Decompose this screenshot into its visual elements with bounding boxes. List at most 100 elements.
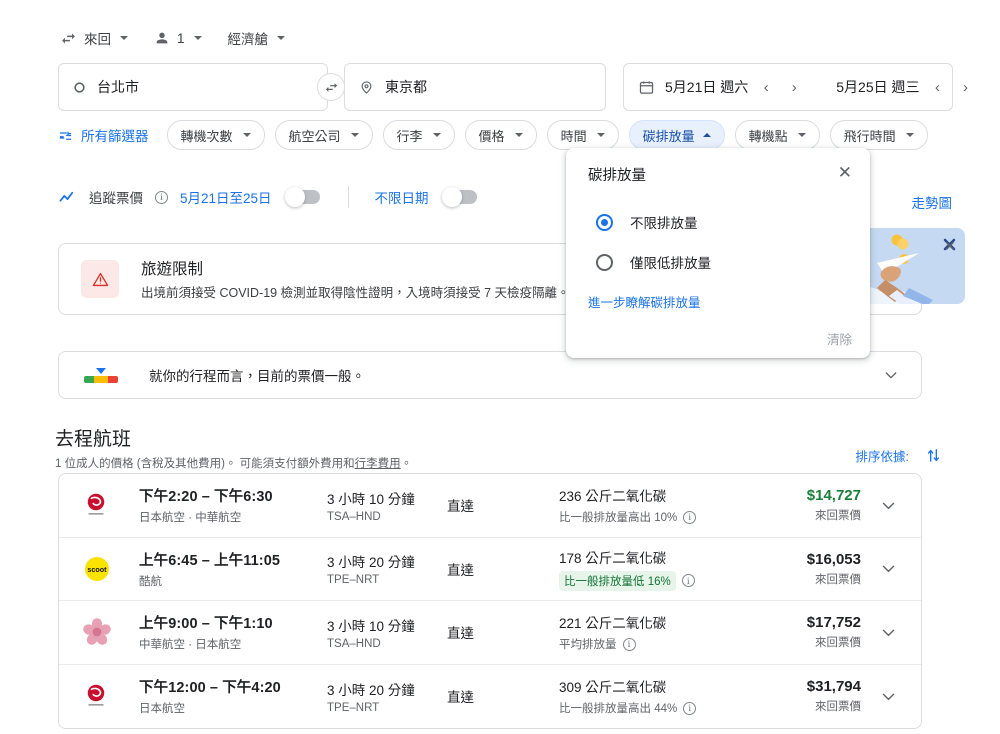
flight-time-cell: 上午9:00 – 下午1:10 中華航空 · 日本航空 bbox=[139, 612, 327, 652]
chip-bags[interactable]: 行李 bbox=[382, 120, 455, 150]
cabin-class-selector[interactable]: 經濟艙 bbox=[228, 28, 286, 48]
table-row[interactable]: 下午12:00 – 下午4:20 日本航空 3 小時 20 分鐘 TPE–NRT… bbox=[59, 665, 921, 729]
chip-stops[interactable]: 轉機次數 bbox=[166, 120, 265, 150]
passengers-selector[interactable]: 1 bbox=[154, 30, 202, 46]
any-dates-label: 不限日期 bbox=[374, 191, 429, 206]
info-icon[interactable]: i bbox=[681, 574, 695, 588]
travel-restriction-title: 旅遊限制 bbox=[141, 261, 204, 278]
chevron-down-icon bbox=[432, 133, 441, 137]
any-dates-toggle[interactable] bbox=[441, 187, 477, 207]
departure-next-day-button[interactable]: › bbox=[784, 75, 804, 99]
departure-date-value: 5月21日 週六 bbox=[665, 79, 749, 95]
row-expand-button[interactable] bbox=[877, 624, 899, 641]
return-date-segment[interactable]: 5月25日 週三 ‹ › bbox=[836, 75, 975, 99]
promo-close-button[interactable]: ✕ bbox=[944, 238, 956, 255]
return-next-day-button[interactable]: › bbox=[956, 75, 976, 99]
flight-price-cell: $17,752 來回票價 bbox=[767, 614, 877, 650]
radio-option-low-emissions[interactable]: 僅限低排放量 bbox=[596, 242, 870, 282]
chip-airlines-label: 航空公司 bbox=[288, 128, 341, 144]
flight-price-note: 來回票價 bbox=[815, 573, 861, 586]
departing-flights-subtitle: 1 位成人的價格 (含稅及其他費用)。 可能須支付額外費用和行李費用。 bbox=[55, 455, 412, 471]
radio-button[interactable] bbox=[596, 253, 613, 271]
info-icon[interactable]: i bbox=[622, 637, 636, 651]
info-icon[interactable]: i bbox=[155, 190, 168, 204]
return-prev-day-button[interactable]: ‹ bbox=[928, 75, 948, 99]
radio-option-any-emissions[interactable]: 不限排放量 bbox=[596, 202, 870, 242]
flight-emissions: 309 公斤二氧化碳 bbox=[559, 680, 667, 696]
flight-emissions-badge: 比一般排放量低 16% bbox=[559, 570, 676, 591]
departure-date-segment[interactable]: 5月21日 週六 ‹ › bbox=[665, 75, 804, 99]
toggle-knob bbox=[441, 187, 462, 207]
dropdown-title: 碳排放量 bbox=[588, 168, 646, 184]
row-expand-button[interactable] bbox=[877, 497, 899, 514]
flight-route: TSA–HND bbox=[327, 637, 381, 650]
chip-airlines[interactable]: 航空公司 bbox=[274, 120, 373, 150]
flight-price: $31,794 bbox=[806, 678, 861, 696]
jal-logo bbox=[81, 681, 139, 711]
sort-arrows-icon[interactable] bbox=[925, 447, 942, 464]
swap-airports-button[interactable] bbox=[317, 73, 345, 101]
table-row[interactable]: 下午2:20 – 下午6:30 日本航空 · 中華航空 3 小時 10 分鐘 T… bbox=[59, 474, 921, 538]
flight-price: $14,727 bbox=[806, 487, 861, 505]
info-icon[interactable]: i bbox=[683, 510, 697, 524]
search-bar: 台北市 東京都 5月21日 週六 ‹ › 5月25日 週三 ‹ › bbox=[58, 63, 968, 111]
baggage-fee-link[interactable]: 行李費用 bbox=[355, 458, 401, 470]
flight-time-cell: 下午12:00 – 下午4:20 日本航空 bbox=[139, 676, 327, 716]
price-chart-link[interactable]: 走勢圖 bbox=[912, 192, 953, 212]
departure-prev-day-button[interactable]: ‹ bbox=[756, 75, 776, 99]
chevron-down-icon bbox=[596, 133, 605, 137]
chip-connecting-airports[interactable]: 轉機點 bbox=[734, 120, 820, 150]
all-filters-label: 所有篩選器 bbox=[81, 129, 149, 144]
flight-duration: 3 小時 20 分鐘 bbox=[327, 682, 415, 698]
row-expand-button[interactable] bbox=[877, 560, 899, 577]
swap-arrows-icon bbox=[325, 82, 337, 92]
table-row[interactable]: scoot 上午6:45 – 上午11:05 酷航 3 小時 20 分鐘 TPE… bbox=[59, 538, 921, 601]
flight-duration: 3 小時 10 分鐘 bbox=[327, 491, 415, 507]
close-icon[interactable]: ✕ bbox=[836, 164, 854, 181]
row-expand-button[interactable] bbox=[877, 688, 899, 705]
passenger-count-label: 1 bbox=[177, 30, 185, 46]
trending-chart-icon bbox=[58, 188, 77, 207]
flight-duration: 3 小時 10 分鐘 bbox=[327, 618, 415, 634]
filter-chips-bar: 所有篩選器 轉機次數 航空公司 行李 價格 時間 碳排放量 轉機點 飛行時間 bbox=[58, 120, 928, 150]
chip-times[interactable]: 時間 bbox=[546, 120, 619, 150]
flight-emissions-note: 比一般排放量高出 44% bbox=[559, 703, 678, 716]
all-filters-button[interactable]: 所有篩選器 bbox=[58, 125, 149, 145]
radio-button-selected[interactable] bbox=[596, 213, 613, 231]
chip-duration[interactable]: 飛行時間 bbox=[829, 120, 928, 150]
dropdown-options: 不限排放量 僅限低排放量 bbox=[566, 185, 870, 282]
sort-by-control[interactable]: 排序依據: bbox=[856, 446, 942, 465]
chevron-up-icon bbox=[702, 133, 711, 137]
origin-input[interactable]: 台北市 bbox=[58, 63, 328, 111]
learn-more-emissions-link[interactable]: 進一步瞭解碳排放量 bbox=[566, 282, 870, 311]
chip-price[interactable]: 價格 bbox=[464, 120, 537, 150]
flight-route: TSA–HND bbox=[327, 510, 381, 523]
sort-by-label: 排序依據: bbox=[855, 450, 909, 464]
flight-price-cell: $31,794 來回票價 bbox=[767, 678, 877, 714]
track-prices-row: 追蹤票價 i 5月21日至25日 不限日期 bbox=[58, 186, 479, 208]
travel-restriction-text: 旅遊限制 出境前須接受 COVID-19 檢測並取得陰性證明，入境時須接受 7 … bbox=[141, 257, 598, 301]
price-gauge-icon bbox=[81, 367, 121, 383]
date-range-field: 5月21日 週六 ‹ › 5月25日 週三 ‹ › bbox=[623, 63, 968, 111]
track-date-range-toggle[interactable] bbox=[284, 187, 320, 207]
flight-stops: 直達 bbox=[447, 562, 474, 578]
flight-route: TPE–NRT bbox=[327, 701, 380, 714]
trip-type-selector[interactable]: 來回 bbox=[60, 28, 128, 48]
flight-emissions-note-row: 比一般排放量低 16% i bbox=[559, 570, 767, 591]
chip-emissions[interactable]: 碳排放量 bbox=[628, 120, 725, 150]
flight-times: 上午6:45 – 上午11:05 bbox=[139, 552, 281, 569]
flight-time-cell: 下午2:20 – 下午6:30 日本航空 · 中華航空 bbox=[139, 485, 327, 525]
jal-logo bbox=[81, 490, 139, 520]
chevron-down-icon bbox=[885, 372, 897, 379]
flight-emissions-cell: 309 公斤二氧化碳 比一般排放量高出 44% i bbox=[559, 676, 767, 716]
destination-input[interactable]: 東京都 bbox=[344, 63, 606, 111]
flight-times: 上午9:00 – 下午1:10 bbox=[139, 616, 273, 633]
flight-airlines: 酷航 bbox=[139, 575, 162, 588]
flight-duration: 3 小時 20 分鐘 bbox=[327, 555, 415, 571]
china-airlines-logo bbox=[81, 616, 139, 648]
info-icon[interactable]: i bbox=[683, 701, 697, 715]
clear-filter-button[interactable]: 清除 bbox=[827, 329, 852, 348]
table-row[interactable]: 上午9:00 – 下午1:10 中華航空 · 日本航空 3 小時 10 分鐘 T… bbox=[59, 601, 921, 665]
price-insight-expand-button[interactable] bbox=[883, 367, 899, 383]
trip-type-label: 來回 bbox=[84, 32, 111, 47]
